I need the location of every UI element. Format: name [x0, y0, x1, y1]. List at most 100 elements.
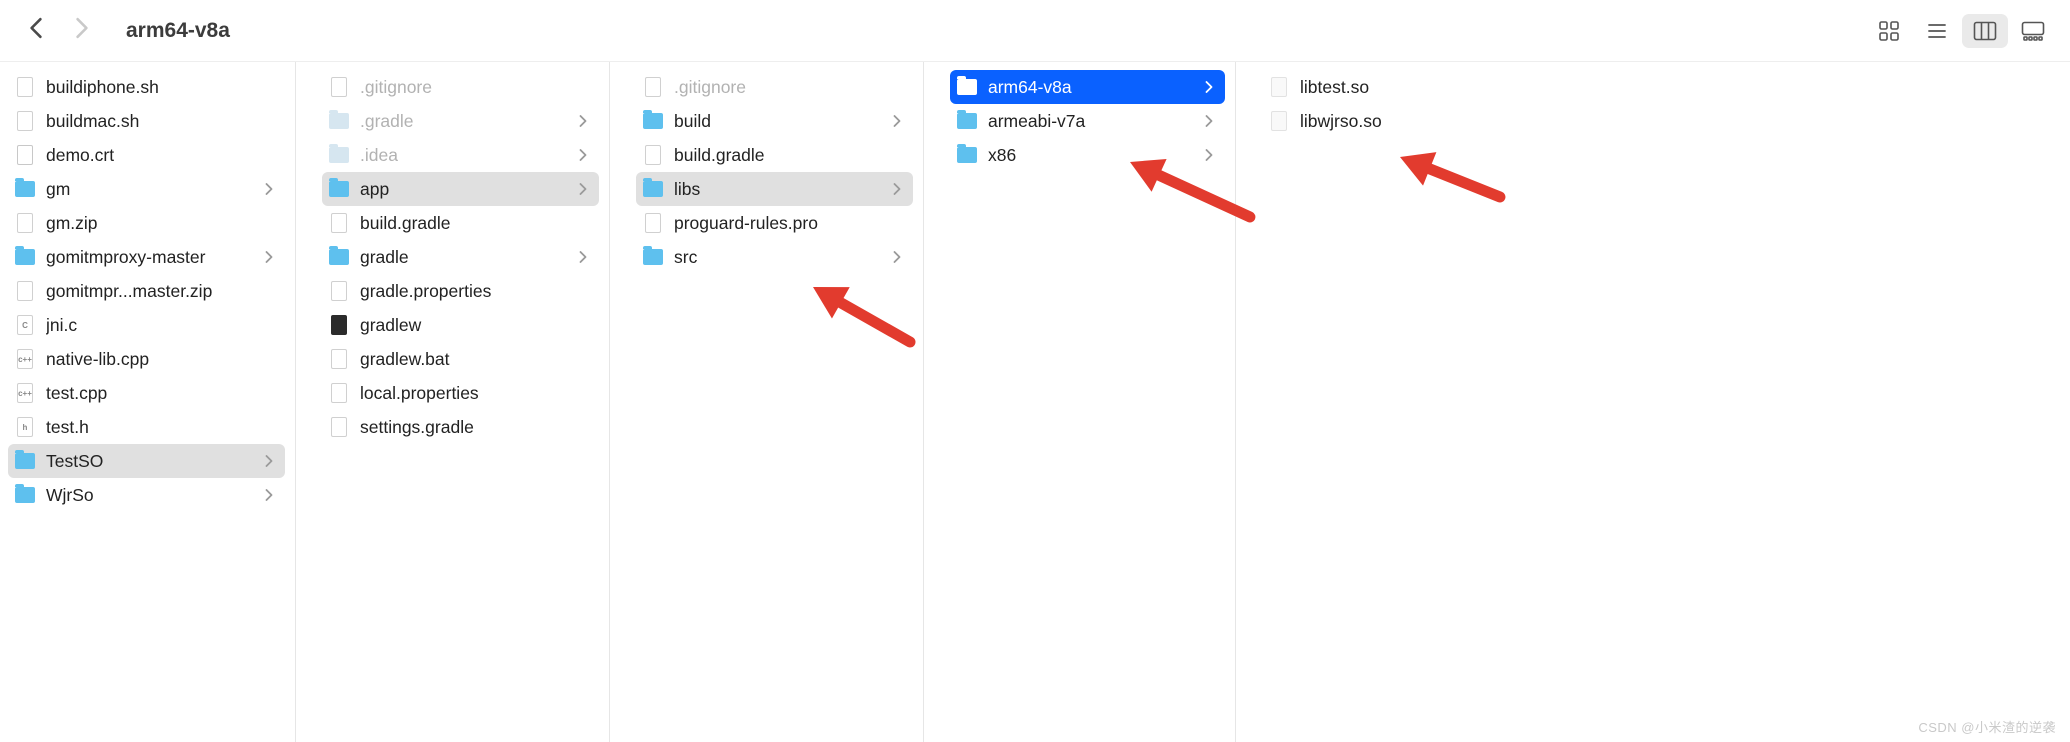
folder-row[interactable]: build [636, 104, 913, 138]
row-label: buildmac.sh [46, 111, 277, 132]
row-label: armeabi-v7a [988, 111, 1199, 132]
chevron-right-icon [893, 111, 905, 132]
row-label: test.h [46, 417, 277, 438]
file-row[interactable]: gm.zip [8, 206, 285, 240]
folder-icon [14, 484, 36, 506]
row-label: x86 [988, 145, 1199, 166]
row-label: gm [46, 179, 259, 200]
folder-row[interactable]: armeabi-v7a [950, 104, 1225, 138]
row-label: jni.c [46, 315, 277, 336]
file-row[interactable]: .gitignore [322, 70, 599, 104]
chevron-right-icon [265, 179, 277, 200]
chevron-right-icon [893, 247, 905, 268]
folder-icon [328, 144, 350, 166]
row-label: buildiphone.sh [46, 77, 277, 98]
file-row[interactable]: c++native-lib.cpp [8, 342, 285, 376]
nav-arrows [28, 17, 90, 44]
chevron-right-icon [579, 145, 591, 166]
row-label: WjrSo [46, 485, 259, 506]
folder-row[interactable]: gradle [322, 240, 599, 274]
folder-row[interactable]: gm [8, 172, 285, 206]
file-icon [328, 382, 350, 404]
chevron-right-icon [579, 179, 591, 200]
folder-row[interactable]: .gradle [322, 104, 599, 138]
file-icon [328, 280, 350, 302]
file-row[interactable]: local.properties [322, 376, 599, 410]
column-2: .gitignore build build.gradle libs proguard-… [628, 62, 924, 742]
file-row[interactable]: gradlew.bat [322, 342, 599, 376]
row-label: build [674, 111, 887, 132]
forward-button[interactable] [74, 17, 90, 44]
row-label: gm.zip [46, 213, 277, 234]
file-icon [14, 212, 36, 234]
folder-row[interactable]: src [636, 240, 913, 274]
file-row[interactable]: .gitignore [636, 70, 913, 104]
folder-icon [328, 246, 350, 268]
row-label: gomitmpr...master.zip [46, 281, 277, 302]
row-label: .idea [360, 145, 573, 166]
file-icon [328, 416, 350, 438]
chevron-right-icon [1205, 111, 1217, 132]
view-list-button[interactable] [1914, 14, 1960, 48]
chevron-right-icon [265, 451, 277, 472]
file-icon [14, 110, 36, 132]
file-icon [328, 212, 350, 234]
folder-row[interactable]: TestSO [8, 444, 285, 478]
file-row[interactable]: build.gradle [636, 138, 913, 172]
column-1: .gitignore.gradle.ideaappbuild.gradlegra… [314, 62, 610, 742]
row-label: proguard-rules.pro [674, 213, 905, 234]
view-gallery-button[interactable] [2010, 14, 2056, 48]
back-button[interactable] [28, 17, 44, 44]
folder-row[interactable]: libs [636, 172, 913, 206]
chevron-right-icon [579, 247, 591, 268]
row-label: test.cpp [46, 383, 277, 404]
folder-row[interactable]: arm64-v8a [950, 70, 1225, 104]
file-row[interactable]: c++test.cpp [8, 376, 285, 410]
file-row[interactable]: Cjni.c [8, 308, 285, 342]
folder-icon [14, 178, 36, 200]
folder-icon [14, 450, 36, 472]
row-label: demo.crt [46, 145, 277, 166]
folder-icon [956, 110, 978, 132]
toolbar: arm64-v8a [0, 0, 2070, 62]
folder-icon [642, 246, 664, 268]
folder-row[interactable]: gomitmproxy-master [8, 240, 285, 274]
file-icon: h [14, 416, 36, 438]
row-label: build.gradle [674, 145, 905, 166]
file-row[interactable]: demo.crt [8, 138, 285, 172]
file-row[interactable]: h test.h [8, 410, 285, 444]
file-icon: c++ [14, 348, 36, 370]
row-label: local.properties [360, 383, 591, 404]
file-row[interactable]: libwjrso.so [1262, 104, 1540, 138]
row-label: app [360, 179, 573, 200]
file-row[interactable]: buildiphone.sh [8, 70, 285, 104]
file-row[interactable]: gradlew [322, 308, 599, 342]
row-label: gradlew [360, 315, 591, 336]
view-icons-button[interactable] [1866, 14, 1912, 48]
file-row[interactable]: settings.gradle [322, 410, 599, 444]
file-row[interactable]: buildmac.sh [8, 104, 285, 138]
file-row[interactable]: proguard-rules.pro [636, 206, 913, 240]
chevron-right-icon [579, 111, 591, 132]
folder-row[interactable]: x86 [950, 138, 1225, 172]
file-row[interactable]: build.gradle [322, 206, 599, 240]
watermark: CSDN @小米渣的逆袭 [1918, 717, 2056, 736]
file-row[interactable]: libtest.so [1262, 70, 1540, 104]
file-icon [1268, 76, 1290, 98]
view-columns-button[interactable] [1962, 14, 2008, 48]
folder-row[interactable]: app [322, 172, 599, 206]
row-label: libtest.so [1300, 77, 1532, 98]
folder-icon [642, 110, 664, 132]
file-row[interactable]: gradle.properties [322, 274, 599, 308]
file-row[interactable]: gomitmpr...master.zip [8, 274, 285, 308]
folder-row[interactable]: WjrSo [8, 478, 285, 512]
file-icon [1268, 110, 1290, 132]
folder-icon [328, 178, 350, 200]
file-icon [328, 314, 350, 336]
view-switcher [1866, 14, 2056, 48]
row-label: gradle.properties [360, 281, 591, 302]
folder-row[interactable]: .idea [322, 138, 599, 172]
column-browser: buildiphone.sh buildmac.sh demo.crt gm gm.zi… [0, 62, 2070, 742]
folder-icon [642, 178, 664, 200]
row-label: settings.gradle [360, 417, 591, 438]
